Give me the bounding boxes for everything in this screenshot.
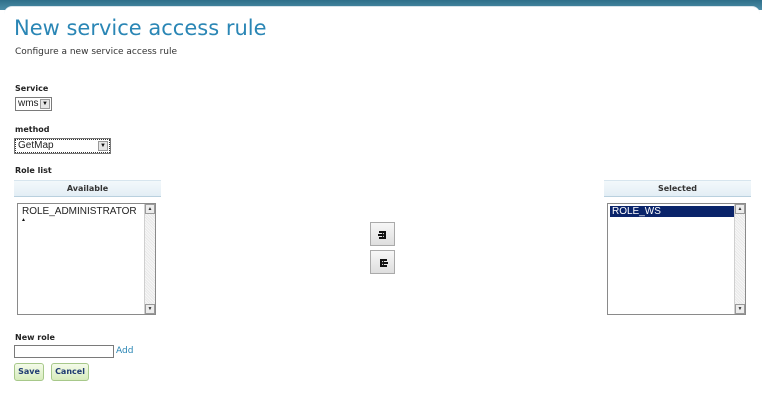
add-role-button[interactable]	[370, 222, 395, 246]
scroll-up-icon[interactable]: ▲	[145, 204, 155, 214]
list-item[interactable]: ROLE_ADMINISTRATOR	[20, 206, 139, 217]
selected-roles-list[interactable]: ROLE_WS ▲ ▼	[607, 203, 746, 315]
chevron-down-icon[interactable]: ▼	[40, 99, 50, 109]
new-role-label: New role	[15, 333, 55, 342]
list-item[interactable]: ROLE_WS	[610, 206, 734, 217]
service-select[interactable]: wms ▼	[15, 97, 52, 111]
selected-header: Selected	[604, 180, 751, 197]
page-subtitle: Configure a new service access rule	[15, 47, 178, 57]
text-caret-icon: ▲	[21, 217, 26, 223]
scrollbar[interactable]: ▲ ▼	[144, 204, 155, 314]
chevron-down-icon[interactable]: ▼	[98, 141, 108, 151]
service-select-value: wms	[18, 98, 39, 109]
scrollbar[interactable]: ▲ ▼	[734, 204, 745, 314]
move-left-icon	[380, 259, 388, 267]
method-select[interactable]: GetMap ▼	[14, 138, 111, 154]
service-label: Service	[15, 84, 49, 93]
available-roles-list[interactable]: ROLE_ADMINISTRATOR ▲ ▲ ▼	[17, 203, 156, 315]
method-label: method	[15, 125, 50, 134]
cancel-button[interactable]: Cancel	[51, 363, 89, 381]
move-right-icon	[378, 231, 386, 239]
save-button[interactable]: Save	[14, 363, 44, 381]
new-role-input[interactable]	[14, 345, 114, 358]
page-title: New service access rule	[14, 16, 267, 40]
remove-role-button[interactable]	[370, 250, 395, 274]
scroll-down-icon[interactable]: ▼	[145, 304, 155, 314]
method-select-value: GetMap	[18, 140, 54, 151]
scroll-down-icon[interactable]: ▼	[735, 304, 745, 314]
available-header: Available	[14, 180, 161, 197]
role-list-label: Role list	[15, 166, 52, 175]
add-role-link[interactable]: Add	[116, 346, 133, 356]
scroll-up-icon[interactable]: ▲	[735, 204, 745, 214]
